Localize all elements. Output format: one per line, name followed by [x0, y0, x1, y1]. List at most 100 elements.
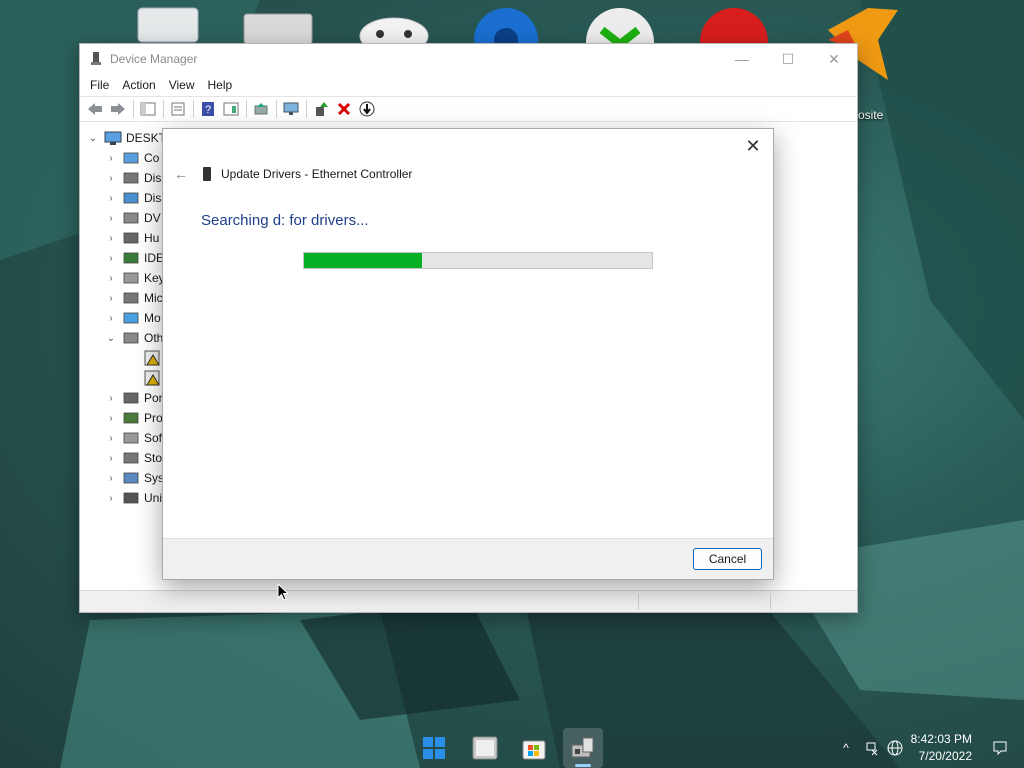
progress-fill — [304, 253, 423, 268]
update-drivers-dialog: ✕ ← Update Drivers - Ethernet Controller… — [162, 128, 774, 580]
expand-chevron-icon[interactable]: › — [104, 213, 118, 224]
disk-drive-icon — [123, 172, 139, 184]
tree-item-label: Sof — [144, 431, 163, 445]
toolbar-divider — [276, 100, 277, 118]
tree-item[interactable]: › Pro — [104, 408, 162, 428]
clock-time: 8:42:03 PM — [910, 732, 972, 746]
expand-chevron-icon[interactable]: › — [104, 313, 118, 324]
status-bar — [80, 590, 857, 612]
expand-chevron-icon[interactable]: › — [104, 413, 118, 424]
menu-action[interactable]: Action — [122, 78, 155, 92]
properties-icon[interactable] — [167, 99, 189, 119]
update-driver-icon[interactable] — [310, 99, 332, 119]
dialog-close-button[interactable]: ✕ — [739, 133, 767, 159]
tree-item[interactable]: ⌄ Oth — [104, 328, 164, 348]
back-arrow-icon[interactable] — [84, 99, 106, 119]
scan-hardware-icon[interactable] — [250, 99, 272, 119]
toolbar-divider — [193, 100, 194, 118]
tree-item-label: Sys — [144, 471, 165, 485]
network-disconnected-icon[interactable] — [861, 738, 881, 758]
tree-item[interactable]: › Mo — [104, 308, 160, 328]
ethernet-device-icon — [203, 167, 211, 181]
tree-item-label: Sto — [144, 451, 163, 465]
expand-chevron-icon[interactable]: › — [104, 233, 118, 244]
clock[interactable]: 8:42:03 PM 7/20/2022 — [908, 731, 972, 765]
tree-item[interactable] — [126, 368, 166, 388]
expand-chevron-icon[interactable]: › — [104, 273, 118, 284]
tree-item-label: Uni — [144, 491, 163, 505]
unknown-device-warning-icon — [144, 350, 160, 366]
tree-item[interactable] — [126, 348, 166, 368]
other-devices-icon — [123, 332, 139, 344]
tree-item[interactable]: › Mic — [104, 288, 163, 308]
uninstall-device-icon[interactable] — [333, 99, 355, 119]
menu-file[interactable]: File — [90, 78, 109, 92]
tree-item-label: Oth — [144, 331, 164, 345]
microsoft-store-icon[interactable] — [514, 728, 554, 768]
menu-view[interactable]: View — [169, 78, 195, 92]
tree-item[interactable]: › Uni — [104, 488, 162, 508]
expand-chevron-icon[interactable]: › — [104, 153, 118, 164]
active-app-indicator — [575, 764, 591, 767]
expand-chevron-icon[interactable]: › — [104, 453, 118, 464]
svg-text:?: ? — [205, 104, 211, 116]
forward-arrow-icon[interactable] — [107, 99, 129, 119]
tree-item[interactable]: › Hu — [104, 228, 159, 248]
tree-item[interactable]: › Dis — [104, 188, 161, 208]
window-title: Device Manager — [110, 52, 198, 66]
globe-network-icon[interactable] — [885, 738, 905, 758]
collapse-chevron-icon[interactable]: ⌄ — [104, 333, 118, 344]
processor-icon — [123, 412, 139, 424]
tree-item-label: Por — [144, 391, 163, 405]
dialog-footer: Cancel — [163, 538, 773, 579]
device-manager-taskbar-icon[interactable] — [563, 728, 603, 768]
tree-item[interactable]: › Sys — [104, 468, 164, 488]
show-hidden-icons-chevron[interactable]: ^ — [836, 738, 856, 758]
help-icon[interactable]: ? — [197, 99, 219, 119]
toolbar-divider — [163, 100, 164, 118]
display-adapter-icon — [123, 192, 139, 204]
title-bar[interactable]: Device Manager — ☐ ✕ — [80, 44, 857, 74]
toolbar-divider — [133, 100, 134, 118]
computer-icon — [104, 131, 122, 145]
cancel-button[interactable]: Cancel — [693, 548, 762, 570]
tree-item[interactable]: › Sto — [104, 448, 162, 468]
expand-chevron-icon[interactable]: › — [104, 193, 118, 204]
collapse-chevron-icon[interactable]: ⌄ — [86, 133, 100, 144]
expand-chevron-icon[interactable]: › — [104, 293, 118, 304]
tree-item[interactable]: › DV — [104, 208, 160, 228]
close-button[interactable]: ✕ — [811, 44, 857, 74]
tree-item[interactable]: › Sof — [104, 428, 162, 448]
toolbar-divider — [246, 100, 247, 118]
tree-item[interactable]: › Dis — [104, 168, 161, 188]
maximize-button[interactable]: ☐ — [765, 44, 811, 74]
minimize-button[interactable]: — — [719, 44, 765, 74]
expand-chevron-icon[interactable]: › — [104, 393, 118, 404]
tree-item[interactable]: › IDE — [104, 248, 164, 268]
enable-device-icon[interactable] — [356, 99, 378, 119]
tree-item[interactable]: › Por — [104, 388, 163, 408]
notification-icon[interactable] — [990, 738, 1010, 758]
expand-chevron-icon[interactable]: › — [104, 433, 118, 444]
expand-chevron-icon[interactable]: › — [104, 473, 118, 484]
expand-chevron-icon[interactable]: › — [104, 253, 118, 264]
menu-help[interactable]: Help — [208, 78, 233, 92]
menu-bar: File Action View Help — [80, 74, 857, 96]
tree-item[interactable]: › Key — [104, 268, 164, 288]
clock-date: 7/20/2022 — [918, 749, 972, 763]
computer-icon — [123, 152, 139, 164]
tree-item-label: Mic — [144, 291, 163, 305]
ide-controller-icon — [123, 252, 139, 264]
back-arrow-button[interactable]: ← — [169, 163, 193, 185]
tree-item[interactable]: › Co — [104, 148, 159, 168]
monitor-icon[interactable] — [280, 99, 302, 119]
toolbar: ? — [80, 96, 857, 122]
dialog-title: Update Drivers - Ethernet Controller — [221, 167, 413, 181]
expand-chevron-icon[interactable]: › — [104, 493, 118, 504]
taskbar: ^ 8:42:03 PM 7/20/2022 — [0, 728, 1024, 768]
expand-chevron-icon[interactable]: › — [104, 173, 118, 184]
action-pane-icon[interactable] — [220, 99, 242, 119]
file-explorer-icon[interactable] — [465, 728, 505, 768]
show-hide-console-tree-icon[interactable] — [137, 99, 159, 119]
start-icon[interactable] — [414, 728, 454, 768]
